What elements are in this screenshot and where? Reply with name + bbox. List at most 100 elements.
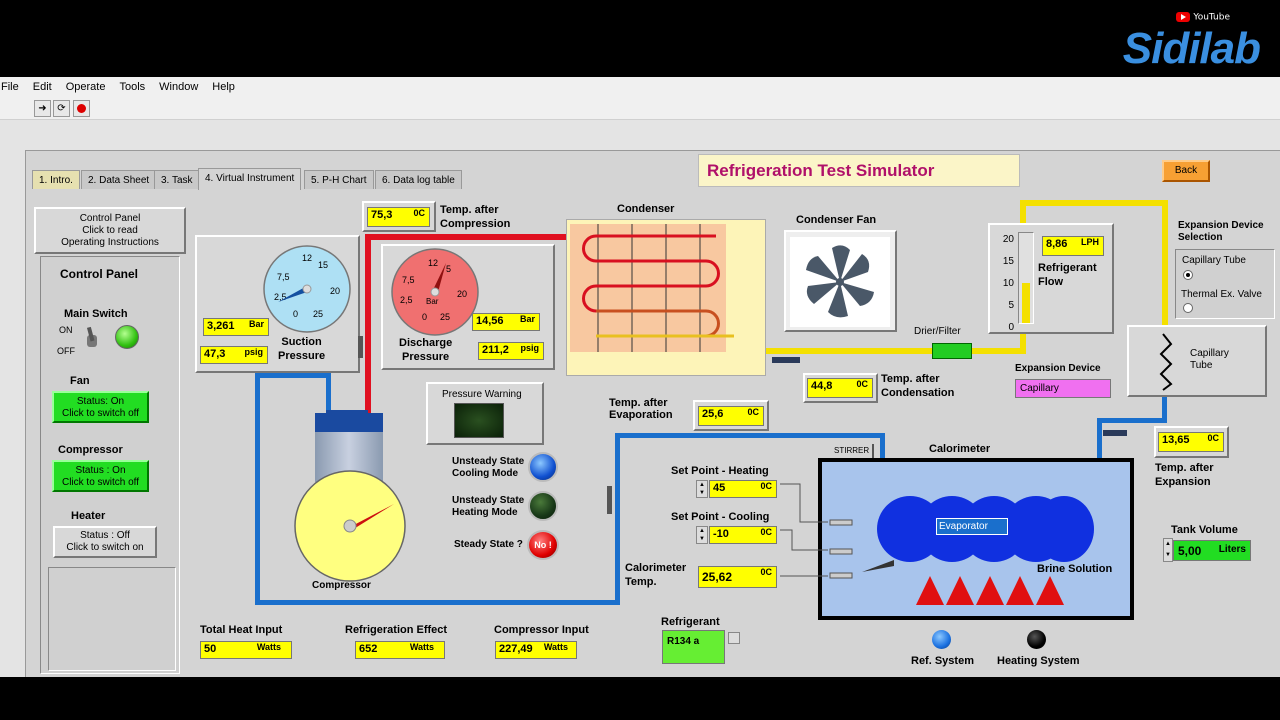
calorimeter-temp-label-1: Calorimeter [625,562,687,574]
refrigerant-dropdown-icon[interactable] [728,632,740,644]
instructions-line-2: Click to read [82,225,138,236]
menu-file[interactable]: File [0,77,26,93]
temp-evaporation-label: Temp. after Evaporation [609,397,673,421]
comp-input-indicator: 227,49 Watts [495,641,577,659]
compressor-toggle-button[interactable]: Status : On Click to switch off [52,460,149,492]
setpoint-cooling-label: Set Point - Cooling [671,511,770,523]
suction-pressure-label: Suction Pressure [278,335,325,363]
flow-scale-10: 10 [1002,278,1014,289]
condenser-label: Condenser [617,203,675,215]
refrigerant-flow-label: Refrigerant Flow [1038,261,1097,289]
run-arrow-icon[interactable]: ➜ [34,100,51,117]
setpoint-cooling-stepper[interactable]: ▲ ▼ [696,526,708,544]
setpoint-heating-stepper[interactable]: ▲ ▼ [696,480,708,498]
menu-operate[interactable]: Operate [59,77,113,93]
temp-evaporation-label-1: Temp. after [609,397,668,409]
ref-effect-label: Refrigeration Effect [345,624,448,636]
pipe-discharge-top [365,234,567,240]
temp-compression-label-2: Compression [440,218,511,230]
radio-thermal-valve[interactable] [1183,303,1193,313]
total-heat-indicator: 50 Watts [200,641,292,659]
menu-edit[interactable]: Edit [26,77,59,93]
menu-bar: File Edit Operate Tools Window Help [0,77,1280,98]
tab-intro[interactable]: 1. Intro. [32,170,80,189]
unsteady-heating-led [528,491,558,521]
compressor-crankcase [294,470,406,582]
compressor-control-label: Compressor [58,444,123,456]
temp-expansion-label: Temp. after Expansion [1155,461,1213,489]
discharge-tick-2-5: 2,5 [400,295,413,305]
expansion-sensor [1103,430,1127,436]
discharge-tick-5: 5 [446,264,451,274]
calorimeter-temp-indicator: 25,62 0C [698,566,777,588]
heater-toggle-button[interactable]: Status : Off Click to switch on [53,526,157,558]
setpoint-heating-label: Set Point - Heating [671,465,769,477]
temp-compression-unit: 0C [413,208,425,218]
unsteady-cooling-label-2: Cooling Mode [452,468,519,479]
ref-effect-value: 652 [359,643,378,655]
tab-ph-chart[interactable]: 5. P-H Chart [304,170,374,189]
suction-bar-unit: Bar [248,319,264,329]
pressure-warning-label: Pressure Warning [442,389,522,400]
discharge-label-1: Discharge [399,337,453,349]
flow-bar-fill [1022,283,1030,323]
tab-data-sheet[interactable]: 2. Data Sheet [81,170,157,189]
fan-toggle-button[interactable]: Status: On Click to switch off [52,391,149,423]
tab-data-log-table[interactable]: 6. Data log table [375,170,462,189]
total-heat-label: Total Heat Input [200,624,283,636]
temp-evaporation-indicator: 25,6 0C [698,406,764,426]
setpoint-cooling-input[interactable]: -10 0C [709,526,777,544]
calorimeter-temp-value: 25,62 [702,570,733,584]
suction-label-2: Pressure [278,350,326,362]
refrigerant-select[interactable]: R134 a [662,630,725,664]
temp-compression-label-1: Temp. after [440,204,499,216]
temp-expansion-indicator: 13,65 0C [1158,432,1224,452]
unsteady-heating-label: Unsteady State Heating Mode [452,495,524,519]
main-switch-toggle[interactable] [83,325,101,349]
expansion-device-label: Expansion Device [1015,363,1101,374]
compressor-status-text: Status : On [75,465,126,476]
option-capillary-tube[interactable]: Capillary Tube [1182,255,1246,266]
menu-window[interactable]: Window [152,77,205,93]
capillary-tube-label-2: Tube [1190,360,1213,371]
option-thermal-valve[interactable]: Thermal Ex. Valve [1181,289,1262,300]
setpoint-heating-unit: 0C [760,481,772,491]
compressor-label: Compressor [312,580,371,591]
control-panel-instructions-button[interactable]: Control Panel Click to read Operating In… [34,207,186,254]
tank-volume-input[interactable]: 5,00 Liters [1173,540,1251,561]
calorimeter-temp-label: Calorimeter Temp. [625,561,686,589]
unsteady-cooling-led [528,452,558,482]
ref-effect-unit: Watts [409,642,434,652]
tab-virtual-instrument[interactable]: 4. Virtual Instrument [198,168,302,190]
temp-expansion-unit: 0C [1207,433,1219,443]
heater-label: Heater [71,510,106,522]
discharge-bar-value: 14,56 [476,315,504,327]
pipe-liquid-top [1020,200,1168,206]
radio-capillary-tube[interactable] [1183,270,1193,280]
setpoint-cooling-unit: 0C [760,527,772,537]
tank-volume-stepper[interactable]: ▲ ▼ [1163,538,1173,562]
brand-logo: Sidilab [1122,24,1261,73]
discharge-tick-25: 25 [440,312,450,322]
temp-compression-indicator: 75,3 0C [367,207,430,227]
pipe-suction-down [326,373,331,413]
expansion-selection-label-1: Expansion Device [1178,220,1264,231]
setpoint-heating-input[interactable]: 45 0C [709,480,777,498]
suction-tick-12: 12 [302,253,312,263]
instructions-line-1: Control Panel [79,213,141,224]
back-button[interactable]: Back [1162,160,1210,182]
abort-icon[interactable] [73,100,90,117]
tab-task[interactable]: 3. Task [154,170,200,189]
flow-scale-20: 20 [1002,234,1014,245]
suction-psig-value: 47,3 [204,348,226,360]
comp-input-unit: Watts [543,642,568,652]
refrigerant-flow-label-2: Flow [1038,276,1064,288]
flow-scale-15: 15 [1002,256,1014,267]
run-continuous-icon[interactable]: ⟳ [53,100,70,117]
menu-help[interactable]: Help [205,77,242,93]
switch-off-label: OFF [57,346,75,356]
temp-condensation-indicator: 44,8 0C [807,378,873,398]
capillary-tube-label: Capillary Tube [1190,348,1229,372]
menu-tools[interactable]: Tools [112,77,152,93]
suction-tick-15: 15 [318,260,328,270]
